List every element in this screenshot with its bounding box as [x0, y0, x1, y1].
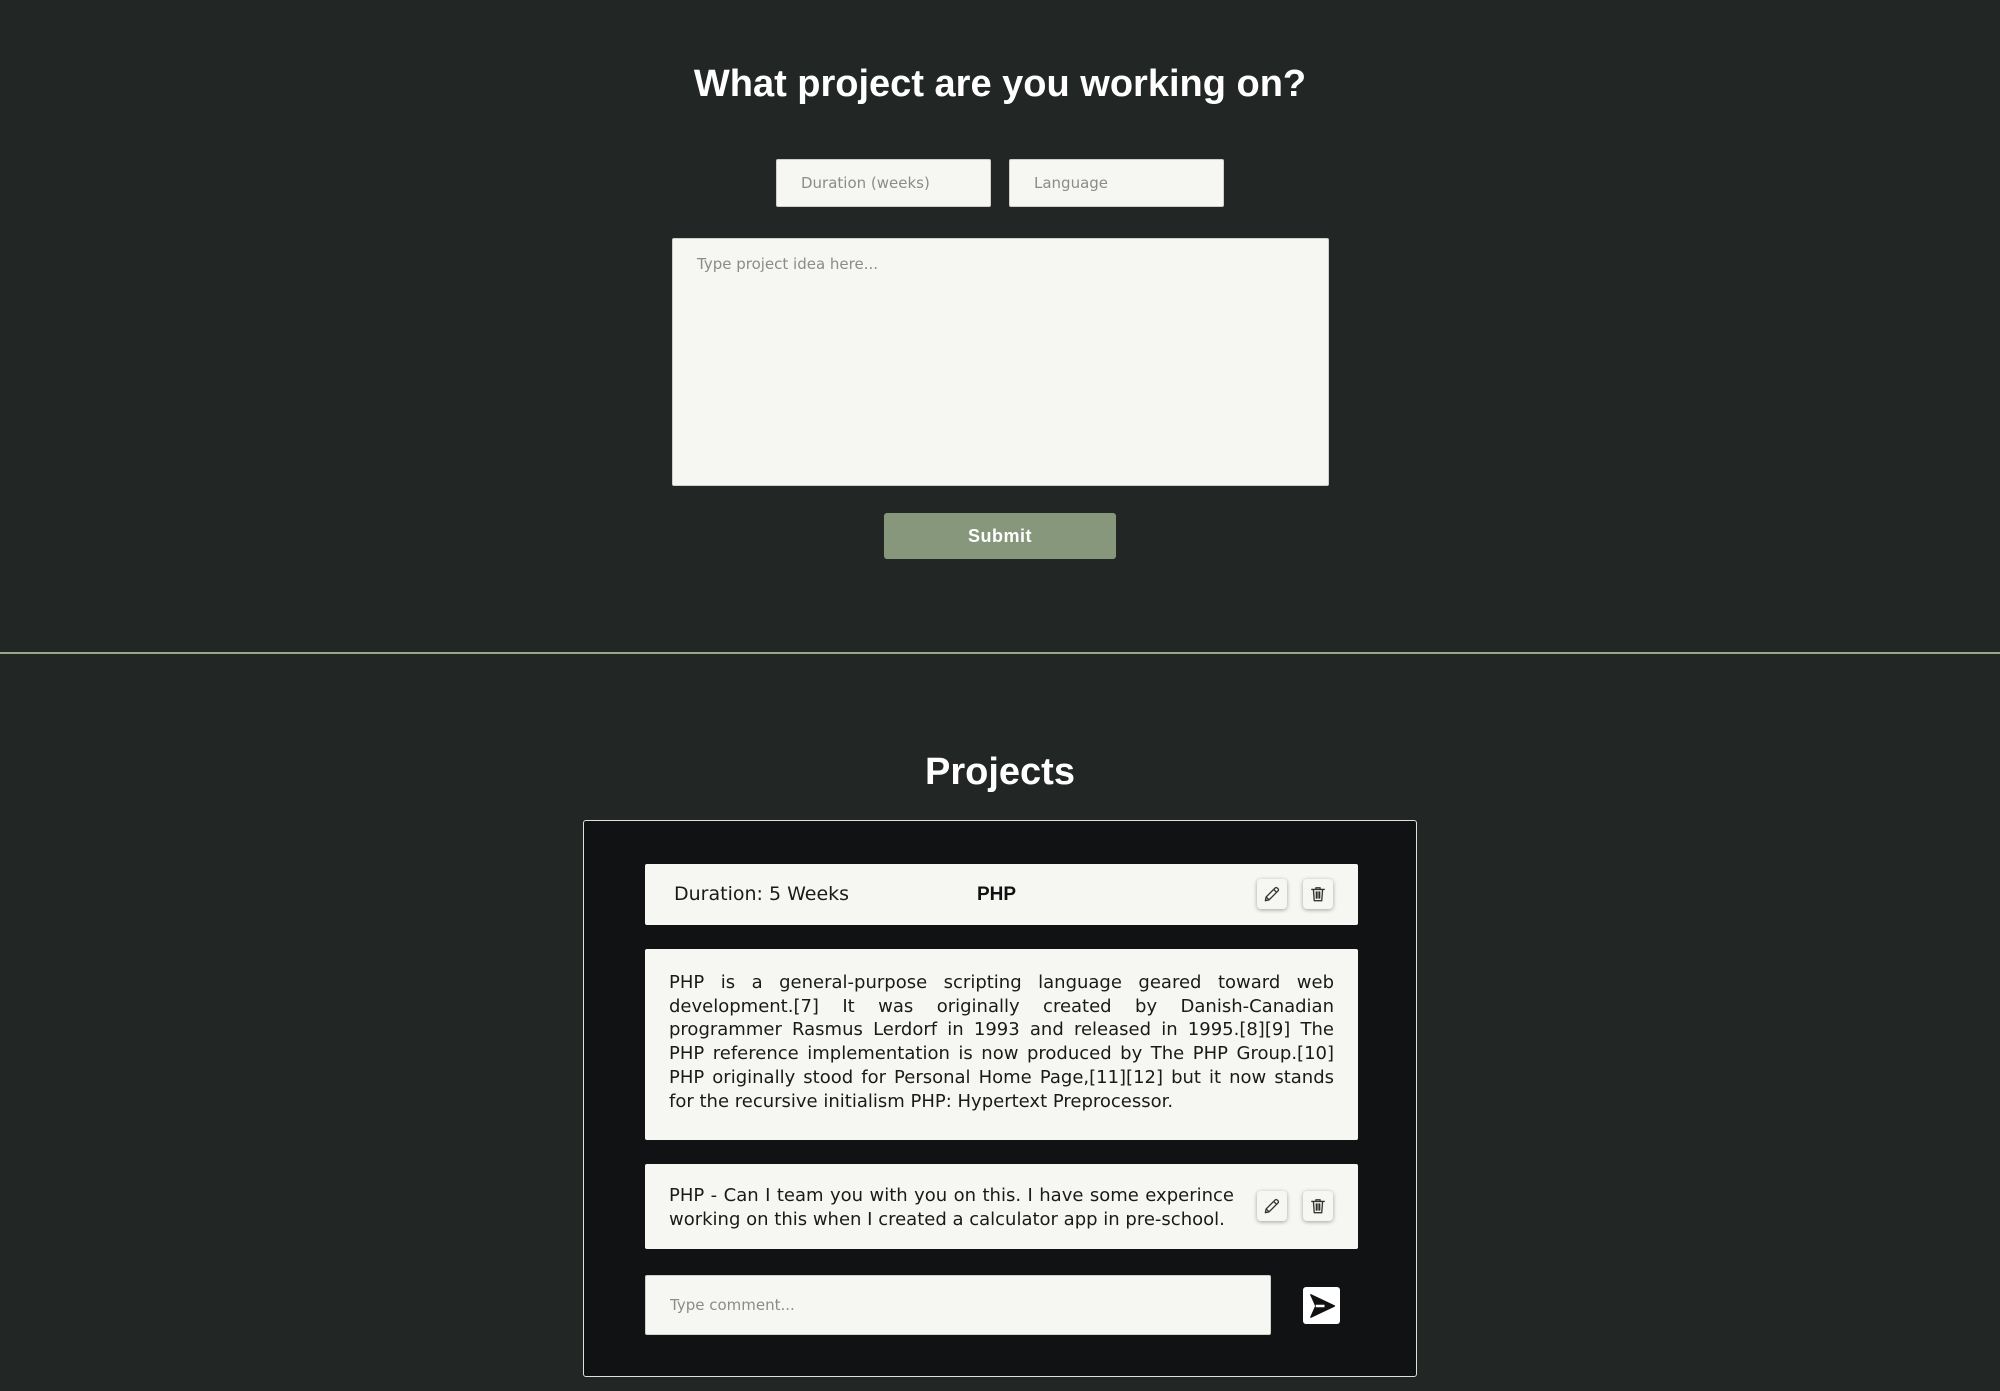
- edit-comment-button[interactable]: [1257, 1191, 1287, 1221]
- project-idea-textarea[interactable]: [672, 238, 1329, 486]
- project-description-card: PHP is a general-purpose scripting langu…: [645, 949, 1358, 1140]
- project-header: Duration: 5 Weeks PHP: [645, 864, 1358, 925]
- trash-icon: [1311, 1199, 1325, 1214]
- send-icon: [1309, 1293, 1335, 1318]
- submit-button[interactable]: Submit: [884, 513, 1116, 559]
- projects-title: Projects: [925, 751, 1075, 793]
- comment-text: PHP - Can I team you with you on this. I…: [669, 1185, 1234, 1230]
- delete-project-button[interactable]: [1303, 879, 1333, 909]
- edit-project-button[interactable]: [1257, 879, 1287, 909]
- duration-input[interactable]: [776, 159, 991, 207]
- language-input[interactable]: [1009, 159, 1224, 207]
- section-divider: [0, 652, 2000, 654]
- comment-card: PHP - Can I team you with you on this. I…: [645, 1164, 1358, 1249]
- pencil-icon: [1264, 1198, 1280, 1214]
- pencil-icon: [1264, 886, 1280, 902]
- project-description: PHP is a general-purpose scripting langu…: [669, 972, 1334, 1112]
- form-title: What project are you working on?: [693, 63, 1307, 105]
- project-duration: Duration: 5 Weeks: [674, 883, 850, 905]
- comment-input[interactable]: [645, 1275, 1271, 1335]
- trash-icon: [1311, 887, 1325, 902]
- project-language: PHP: [977, 884, 1017, 905]
- page: What project are you working on? Submit …: [0, 0, 2000, 1391]
- delete-comment-button[interactable]: [1303, 1191, 1333, 1221]
- send-comment-button[interactable]: [1303, 1287, 1340, 1324]
- projects-panel: Duration: 5 Weeks PHP PHP is a general-p…: [583, 820, 1417, 1377]
